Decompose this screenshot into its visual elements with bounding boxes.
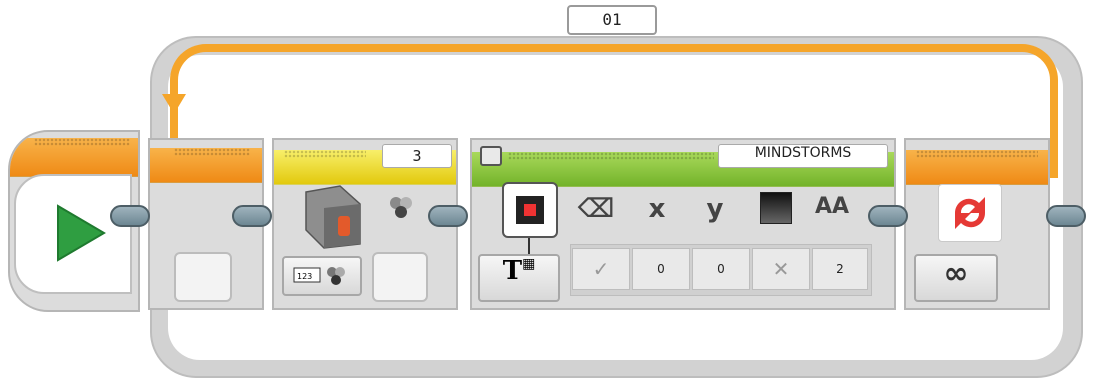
display-mode-selector[interactable]: T▦ [478,254,560,302]
sensor-block[interactable]: 3 123 [272,138,458,310]
color-mode-icon [386,194,416,220]
display-block[interactable]: MINDSTORMS T▦ ⌫ x y AA ✓ 0 0 ✕ 2 [470,138,896,310]
loop-entry-header [150,148,262,183]
play-icon[interactable] [16,176,134,296]
sequence-plug-2[interactable] [428,205,468,227]
y-param[interactable]: 0 [692,248,750,290]
loop-count-selector[interactable]: ∞ [914,254,998,302]
sequence-plug-start[interactable] [110,205,150,227]
sequence-plug-1[interactable] [232,205,272,227]
display-icon [480,146,502,166]
y-coordinate-icon: y [706,194,724,224]
loop-repeat-icon [938,184,1002,242]
display-text-field[interactable]: MINDSTORMS [718,144,888,168]
loop-end-block[interactable]: ∞ [904,138,1050,310]
text-mode-icon[interactable] [502,182,558,238]
sensor-port-field[interactable]: 3 [382,144,452,168]
color-param[interactable]: ✕ [752,248,810,290]
loop-arrow-head-icon [162,94,186,114]
sensor-mode-selector[interactable]: 123 [282,256,362,296]
start-button-area[interactable] [14,174,132,294]
clear-param[interactable]: ✓ [572,248,630,290]
sensor-block-header: 3 [274,144,456,185]
sensor-output-tab[interactable] [372,252,428,302]
sequence-plug-3[interactable] [868,205,908,227]
color-sensor-icon [300,182,368,252]
start-block-header [10,138,138,177]
font-param[interactable]: 2 [812,248,868,290]
loop-name-label[interactable]: 01 [567,5,657,35]
color-icon [760,192,792,224]
x-coordinate-icon: x [648,194,666,224]
x-param[interactable]: 0 [632,248,690,290]
font-size-icon: AA [814,194,850,219]
loop-entry-tab[interactable] [174,252,232,302]
svg-text:123: 123 [297,272,312,281]
sequence-plug-out[interactable] [1046,205,1086,227]
eraser-icon: ⌫ [577,194,615,224]
loop-end-header [906,150,1048,185]
